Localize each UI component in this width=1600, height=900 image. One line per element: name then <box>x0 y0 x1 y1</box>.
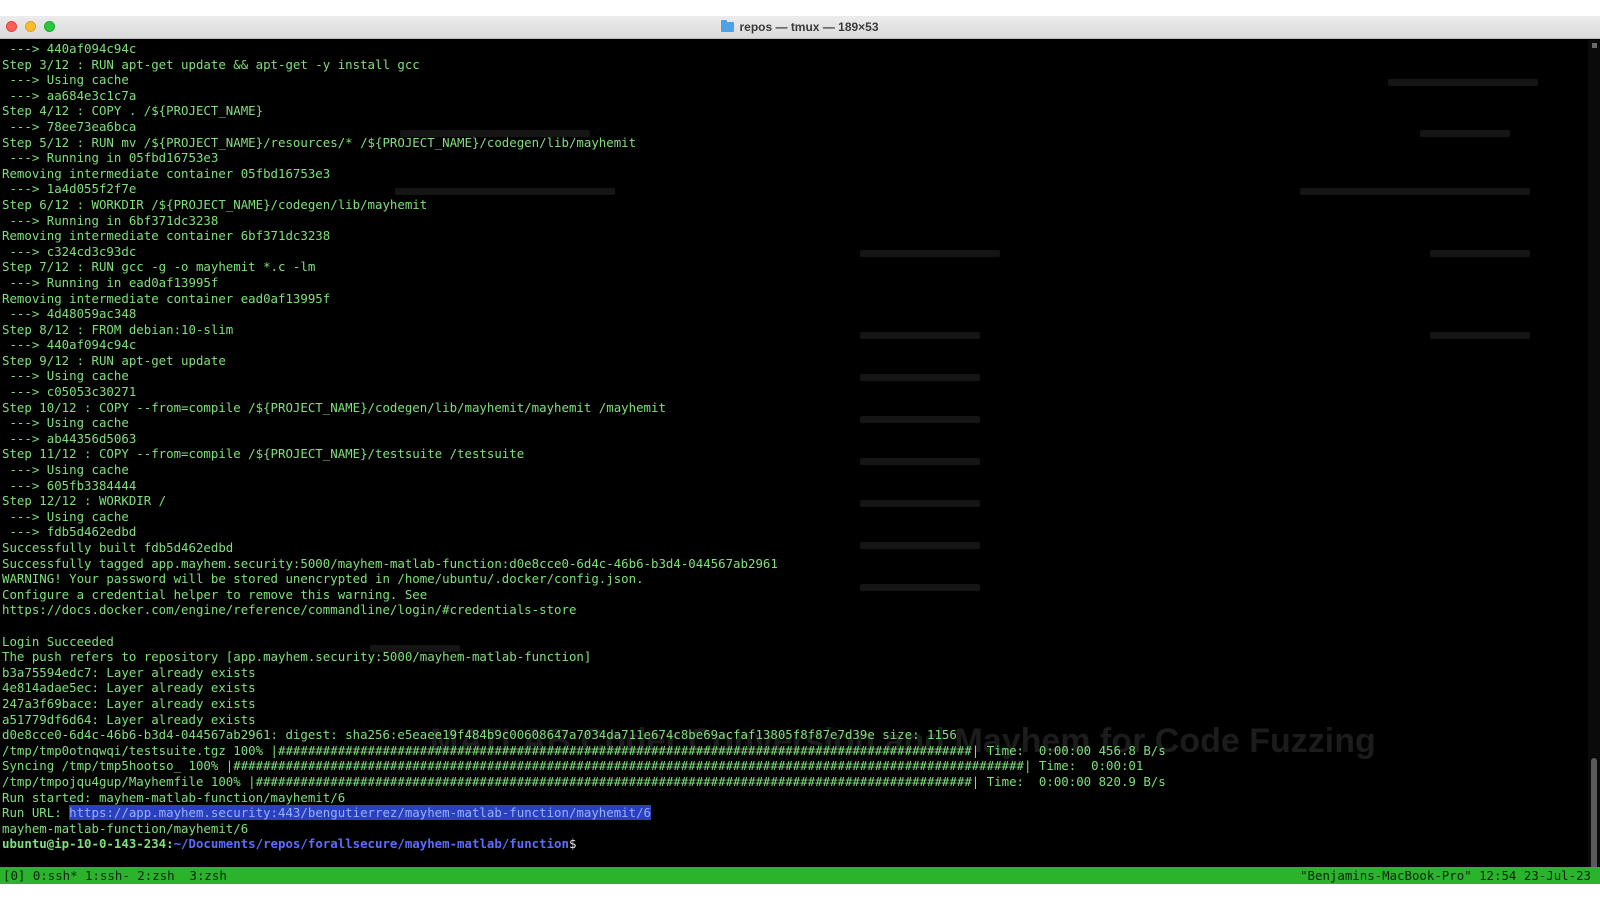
terminal-line: ---> 4d48059ac348 <box>2 306 137 322</box>
prompt-symbol: $ <box>568 836 577 852</box>
terminal-line: Run started: mayhem-matlab-function/mayh… <box>2 789 346 805</box>
run-url-link[interactable]: https://app.mayhem.security:443/bengutie… <box>69 805 652 821</box>
terminal-line: Step 9/12 : RUN apt-get update <box>2 352 226 368</box>
window-title: repos — tmux — 189×53 <box>739 20 879 34</box>
terminal-pane[interactable]: MATLAB Coder Conversion and Mayhem for C… <box>0 40 1586 884</box>
terminal-line: 4e814adae5ec: Layer already exists <box>2 680 256 696</box>
terminal-window: repos — tmux — 189×53 MATLAB Coder Conve… <box>0 16 1600 884</box>
terminal-line: ---> aa684e3c1c7a <box>2 87 137 103</box>
terminal-line: Step 6/12 : WORKDIR /${PROJECT_NAME}/cod… <box>2 196 428 212</box>
terminal-line: Configure a credential helper to remove … <box>2 586 428 602</box>
window-title-group: repos — tmux — 189×53 <box>721 20 879 34</box>
terminal-line: /tmp/tmp0otnqwqi/testsuite.tgz 100% |###… <box>2 742 1166 758</box>
minimize-button[interactable] <box>25 21 36 32</box>
window-controls <box>6 21 55 32</box>
terminal-line: ---> Running in ead0af13995f <box>2 274 219 290</box>
terminal-line: b3a75594edc7: Layer already exists <box>2 664 256 680</box>
title-bar[interactable]: repos — tmux — 189×53 <box>0 16 1600 39</box>
terminal-line: ---> 440af094c94c <box>2 337 137 353</box>
terminal-line: Successfully tagged app.mayhem.security:… <box>2 555 778 571</box>
scrollbar-thumb[interactable] <box>1591 758 1597 883</box>
scrollbar-marker <box>1592 43 1597 48</box>
shell-prompt-line[interactable]: ubuntu@ip-10-0-143-234:~/Documents/repos… <box>2 836 1586 852</box>
terminal-line: Successfully built fdb5d462edbd <box>2 540 234 555</box>
terminal-line: ---> Using cache <box>2 72 129 88</box>
terminal-line: ---> Using cache <box>2 508 129 524</box>
tmux-host-clock: "Benjamins-MacBook-Pro" 12:54 23-Jul-23 <box>1300 868 1591 883</box>
terminal-line: ---> 440af094c94c <box>2 41 137 56</box>
terminal-line: Step 3/12 : RUN apt-get update && apt-ge… <box>2 56 420 72</box>
terminal-line: 247a3f69bace: Layer already exists <box>2 695 256 711</box>
prompt-user-host: ubuntu@ip-10-0-143-234: <box>2 836 174 852</box>
run-id-line: mayhem-matlab-function/mayhemit/6 <box>2 820 249 836</box>
terminal-line: ---> Running in 6bf371dc3238 <box>2 212 219 228</box>
terminal-line: Step 7/12 : RUN gcc -g -o mayhemit *.c -… <box>2 259 316 275</box>
terminal-line: ---> 78ee73ea6bca <box>2 118 137 134</box>
terminal-line: Login Succeeded <box>2 633 114 649</box>
zoom-button[interactable] <box>44 21 55 32</box>
terminal-line: Step 12/12 : WORKDIR / <box>2 493 167 509</box>
terminal-line: WARNING! Your password will be stored un… <box>2 571 644 587</box>
terminal-output: ---> 440af094c94c Step 3/12 : RUN apt-get… <box>2 41 1586 852</box>
terminal-line: Removing intermediate container ead0af13… <box>2 290 331 306</box>
terminal-line: ---> Running in 05fbd16753e3 <box>2 150 219 166</box>
terminal-line: ---> Using cache <box>2 462 129 478</box>
terminal-line: ---> Using cache <box>2 415 129 431</box>
terminal-line: Removing intermediate container 05fbd167… <box>2 165 331 181</box>
terminal-line: Step 10/12 : COPY --from=compile /${PROJ… <box>2 399 666 415</box>
terminal-line: ---> c324cd3c93dc <box>2 243 137 259</box>
run-url-line: Run URL: https://app.mayhem.security:443… <box>2 805 1586 821</box>
terminal-line: ---> Using cache <box>2 368 129 384</box>
close-button[interactable] <box>6 21 17 32</box>
terminal-line: ---> 605fb3384444 <box>2 477 137 493</box>
terminal-line: d0e8cce0-6d4c-46b6-b3d4-044567ab2961: di… <box>2 727 957 743</box>
terminal-line: https://docs.docker.com/engine/reference… <box>2 602 577 618</box>
run-url-label: Run URL: <box>2 805 70 821</box>
terminal-line: Removing intermediate container 6bf371dc… <box>2 228 331 244</box>
folder-icon <box>721 20 735 32</box>
terminal-line: ---> fdb5d462edbd <box>2 524 137 540</box>
tmux-status-bar: [0] 0:ssh* 1:ssh- 2:zsh 3:zsh "Benjamins… <box>0 867 1600 884</box>
terminal-line: ---> c05053c30271 <box>2 384 137 400</box>
terminal-line: The push refers to repository [app.mayhe… <box>2 649 592 665</box>
terminal-line: a51779df6d64: Layer already exists <box>2 711 256 727</box>
terminal-line: ---> ab44356d5063 <box>2 430 137 446</box>
terminal-line: Syncing /tmp/tmp5hootso_ 100% |#########… <box>2 758 1144 774</box>
tmux-window-list[interactable]: [0] 0:ssh* 1:ssh- 2:zsh 3:zsh <box>3 867 227 884</box>
scrollbar[interactable] <box>1588 40 1600 884</box>
terminal-line: ---> 1a4d055f2f7e <box>2 181 137 197</box>
prompt-path: ~/Documents/repos/forallsecure/mayhem-ma… <box>173 836 569 852</box>
terminal-line: /tmp/tmpojqu4gup/Mayhemfile 100% |######… <box>2 773 1166 789</box>
terminal-line: Step 8/12 : FROM debian:10-slim <box>2 321 234 337</box>
terminal-line: Step 5/12 : RUN mv /${PROJECT_NAME}/reso… <box>2 134 637 150</box>
terminal-line: Step 11/12 : COPY --from=compile /${PROJ… <box>2 446 525 462</box>
terminal-line: Step 4/12 : COPY . /${PROJECT_NAME} <box>2 103 264 119</box>
